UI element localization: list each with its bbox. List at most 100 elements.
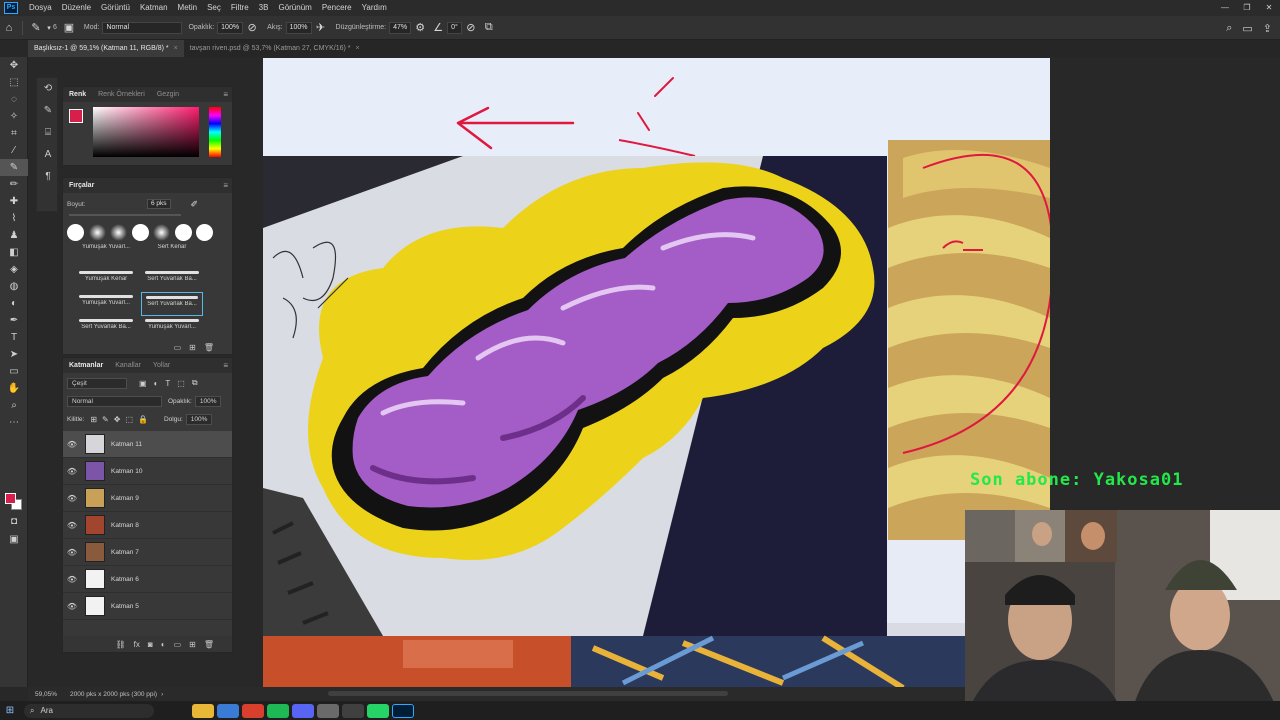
trash-icon[interactable]: 🗑 bbox=[204, 343, 214, 352]
app-icon[interactable] bbox=[317, 703, 339, 718]
zoom-tool-icon[interactable]: ⌕ bbox=[0, 397, 28, 414]
close-icon[interactable]: × bbox=[174, 45, 178, 52]
brush-tip[interactable] bbox=[67, 224, 84, 241]
quick-select-tool-icon[interactable]: ✧ bbox=[0, 108, 28, 125]
color-picker-field[interactable] bbox=[93, 107, 199, 157]
obs-icon[interactable] bbox=[342, 703, 364, 718]
brush-preset-selected[interactable]: Sert Yuvarlak Ba... bbox=[141, 292, 203, 316]
lock-paint-icon[interactable]: ✎ bbox=[102, 415, 109, 424]
history-icon[interactable]: ⟲ bbox=[37, 78, 59, 100]
trash-icon[interactable]: 🗑 bbox=[204, 640, 214, 649]
menu-type[interactable]: Metin bbox=[173, 0, 203, 16]
opacity-field[interactable]: 100% bbox=[217, 21, 244, 34]
tab-swatches[interactable]: Renk Örnekleri bbox=[92, 87, 151, 102]
eye-icon[interactable]: 👁 bbox=[63, 521, 81, 530]
menu-file[interactable]: Dosya bbox=[24, 0, 57, 16]
brush-tip[interactable] bbox=[174, 224, 192, 241]
mixer-brush-tool-icon[interactable]: ⌇ bbox=[0, 210, 28, 227]
adjustment-icon[interactable]: ◐ bbox=[161, 640, 166, 649]
path-select-tool-icon[interactable]: ➤ bbox=[0, 346, 28, 363]
tab-channels[interactable]: Kanallar bbox=[109, 358, 147, 373]
share-icon[interactable]: ⇪ bbox=[1263, 22, 1272, 35]
panel-menu-icon[interactable]: ≡ bbox=[223, 87, 228, 102]
pencil-tool-icon[interactable]: ✏ bbox=[0, 176, 28, 193]
brush-preset[interactable]: Yumuşak Yuvarl... bbox=[75, 244, 137, 268]
gear-icon[interactable]: ⚙ bbox=[411, 21, 429, 34]
menu-image[interactable]: Görüntü bbox=[96, 0, 135, 16]
clone-source-icon[interactable]: ⌸ bbox=[37, 122, 59, 144]
quick-mask-icon[interactable]: ◘ bbox=[0, 513, 28, 530]
filter-shape-icon[interactable]: ⬚ bbox=[177, 379, 185, 388]
size-field[interactable]: 6 pks bbox=[147, 199, 171, 209]
taskbar-search[interactable]: ⌕ Ara bbox=[24, 703, 154, 718]
tab-brushes[interactable]: Fırçalar bbox=[63, 178, 100, 193]
mode-select[interactable]: Normal bbox=[102, 21, 183, 34]
clone-stamp-tool-icon[interactable]: ♟ bbox=[0, 227, 28, 244]
windows-start-icon[interactable]: ⊞ bbox=[0, 705, 20, 716]
eraser-tool-icon[interactable]: ◧ bbox=[0, 244, 28, 261]
filter-type-icon[interactable]: T bbox=[165, 379, 170, 388]
zoom-level[interactable]: 59,05% bbox=[28, 691, 64, 698]
eyedropper-tool-icon[interactable]: ⁄ bbox=[0, 142, 28, 159]
brush-settings-icon[interactable]: ▣ bbox=[60, 21, 78, 34]
smoothing-field[interactable]: 47% bbox=[389, 21, 412, 34]
layer-filter-select[interactable]: Çeşit bbox=[67, 377, 127, 389]
search-icon[interactable]: ⌕ bbox=[1226, 22, 1232, 35]
lock-pixels-icon[interactable]: ⊞ bbox=[90, 415, 97, 424]
close-icon[interactable]: ✕ bbox=[1258, 0, 1280, 16]
eye-icon[interactable]: 👁 bbox=[63, 440, 81, 449]
more-tools-icon[interactable]: ⋯ bbox=[0, 414, 28, 431]
menu-3d[interactable]: 3B bbox=[254, 0, 274, 16]
tab-tavsan-riven[interactable]: tavşan riven.psd @ 53,7% (Katman 27, CMY… bbox=[184, 40, 366, 57]
foreground-color-swatch[interactable] bbox=[69, 109, 83, 123]
eye-icon[interactable]: 👁 bbox=[63, 575, 81, 584]
foreground-color-swatch[interactable] bbox=[5, 493, 16, 504]
minimize-icon[interactable]: — bbox=[1214, 0, 1236, 16]
menu-view[interactable]: Görünüm bbox=[273, 0, 316, 16]
filter-smart-icon[interactable]: ⧉ bbox=[192, 378, 198, 388]
link-icon[interactable]: ⛓ bbox=[116, 640, 126, 649]
restore-icon[interactable]: ❐ bbox=[1236, 0, 1258, 16]
new-layer-icon[interactable]: ⊞ bbox=[189, 640, 196, 649]
discord-icon[interactable] bbox=[292, 703, 314, 718]
home-icon[interactable]: ⌂ bbox=[0, 22, 18, 34]
close-icon[interactable]: × bbox=[355, 45, 359, 52]
menu-edit[interactable]: Düzenle bbox=[57, 0, 96, 16]
tab-paths[interactable]: Yollar bbox=[147, 358, 176, 373]
blur-tool-icon[interactable]: ◍ bbox=[0, 278, 28, 295]
marquee-tool-icon[interactable]: ⬚ bbox=[0, 74, 28, 91]
horizontal-scrollbar[interactable] bbox=[328, 691, 728, 696]
paint-bucket-tool-icon[interactable]: ◈ bbox=[0, 261, 28, 278]
menu-select[interactable]: Seç bbox=[202, 0, 226, 16]
brush-tip[interactable] bbox=[153, 224, 170, 241]
brush-tip[interactable] bbox=[88, 224, 106, 241]
brush-settings-icon[interactable]: ✎ bbox=[37, 100, 59, 122]
size-slider[interactable] bbox=[69, 214, 181, 216]
workspace-icon[interactable]: ▭ bbox=[1242, 22, 1252, 35]
move-tool-icon[interactable]: ✥ bbox=[0, 57, 28, 74]
lock-move-icon[interactable]: ✥ bbox=[114, 415, 121, 424]
lock-icon[interactable]: 🔒 bbox=[138, 415, 148, 424]
hue-slider[interactable] bbox=[209, 107, 221, 157]
brush-preset[interactable]: Yumuşak Kenar bbox=[75, 268, 137, 292]
angle-field[interactable]: 0° bbox=[447, 21, 462, 34]
layer-row[interactable]: 👁 Katman 6 bbox=[63, 566, 232, 593]
brush-tip[interactable] bbox=[196, 224, 213, 241]
layer-row[interactable]: 👁 Katman 10 bbox=[63, 458, 232, 485]
lasso-tool-icon[interactable]: ◌ bbox=[0, 91, 28, 108]
folder-icon[interactable]: ▭ bbox=[174, 343, 182, 352]
whatsapp-icon[interactable] bbox=[367, 703, 389, 718]
eye-icon[interactable]: 👁 bbox=[63, 494, 81, 503]
screen-mode-icon[interactable]: ▣ bbox=[0, 531, 28, 548]
brush-tool-icon[interactable]: ✎ bbox=[0, 159, 28, 176]
photoshop-taskbar-icon[interactable] bbox=[392, 703, 414, 718]
file-explorer-icon[interactable] bbox=[192, 703, 214, 718]
filter-adjust-icon[interactable]: ◐ bbox=[154, 379, 159, 388]
layer-row[interactable]: 👁 Katman 7 bbox=[63, 539, 232, 566]
new-brush-icon[interactable]: ✐ bbox=[191, 199, 199, 210]
character-icon[interactable]: A bbox=[37, 144, 59, 166]
mask-icon[interactable]: ◙ bbox=[148, 640, 153, 649]
tab-layers[interactable]: Katmanlar bbox=[63, 358, 109, 373]
app-icon[interactable] bbox=[217, 703, 239, 718]
tab-navigator[interactable]: Gezgin bbox=[151, 87, 185, 102]
